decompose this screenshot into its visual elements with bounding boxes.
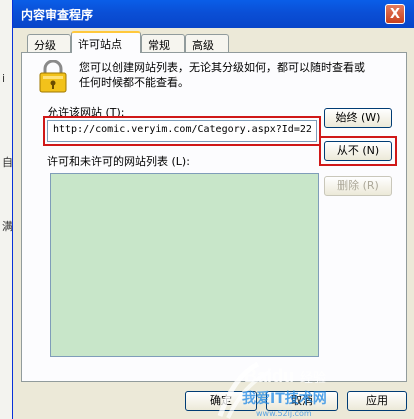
always-button[interactable]: 始终 (W) — [324, 108, 392, 128]
tab-label: 高级 — [192, 39, 214, 52]
content-advisor-dialog: 内容审查程序 X 分级 许可站点 常规 高级 您可以创建网站列表，无论其分级如何… — [12, 0, 414, 419]
tab-approved-sites[interactable]: 许可站点 — [71, 31, 141, 53]
background-text: i — [2, 72, 6, 85]
site-list[interactable] — [50, 173, 319, 357]
tab-general[interactable]: 常规 — [141, 34, 185, 52]
window-title: 内容审查程序 — [21, 8, 94, 22]
tab-ratings[interactable]: 分级 — [27, 34, 71, 52]
remove-button[interactable]: 删除 (R) — [324, 176, 392, 196]
background-window: i 自 满 — [0, 0, 13, 419]
description-line: 您可以创建网站列表，无论其分级如何，都可以随时查看或 — [79, 61, 365, 74]
title-bar[interactable]: 内容审查程序 X — [13, 0, 414, 28]
close-button[interactable]: X — [385, 4, 405, 24]
lock-icon — [39, 60, 67, 93]
tab-label: 常规 — [148, 39, 170, 52]
ok-button[interactable]: 确定 — [185, 391, 257, 411]
tab-advanced[interactable]: 高级 — [185, 34, 229, 52]
close-icon: X — [389, 7, 401, 22]
highlight-box-url — [43, 116, 321, 146]
apply-button[interactable]: 应用 — [347, 391, 407, 411]
description-line: 任何时候都不能查看。 — [79, 76, 189, 89]
description-text: 您可以创建网站列表，无论其分级如何，都可以随时查看或 任何时候都不能查看。 — [79, 60, 401, 90]
tab-label: 分级 — [34, 39, 56, 52]
cancel-button[interactable]: 取消 — [266, 391, 338, 411]
tab-label: 许可站点 — [78, 38, 122, 51]
highlight-box-never — [319, 136, 397, 166]
site-list-label: 许可和未许可的网站列表 (L): — [47, 155, 190, 168]
